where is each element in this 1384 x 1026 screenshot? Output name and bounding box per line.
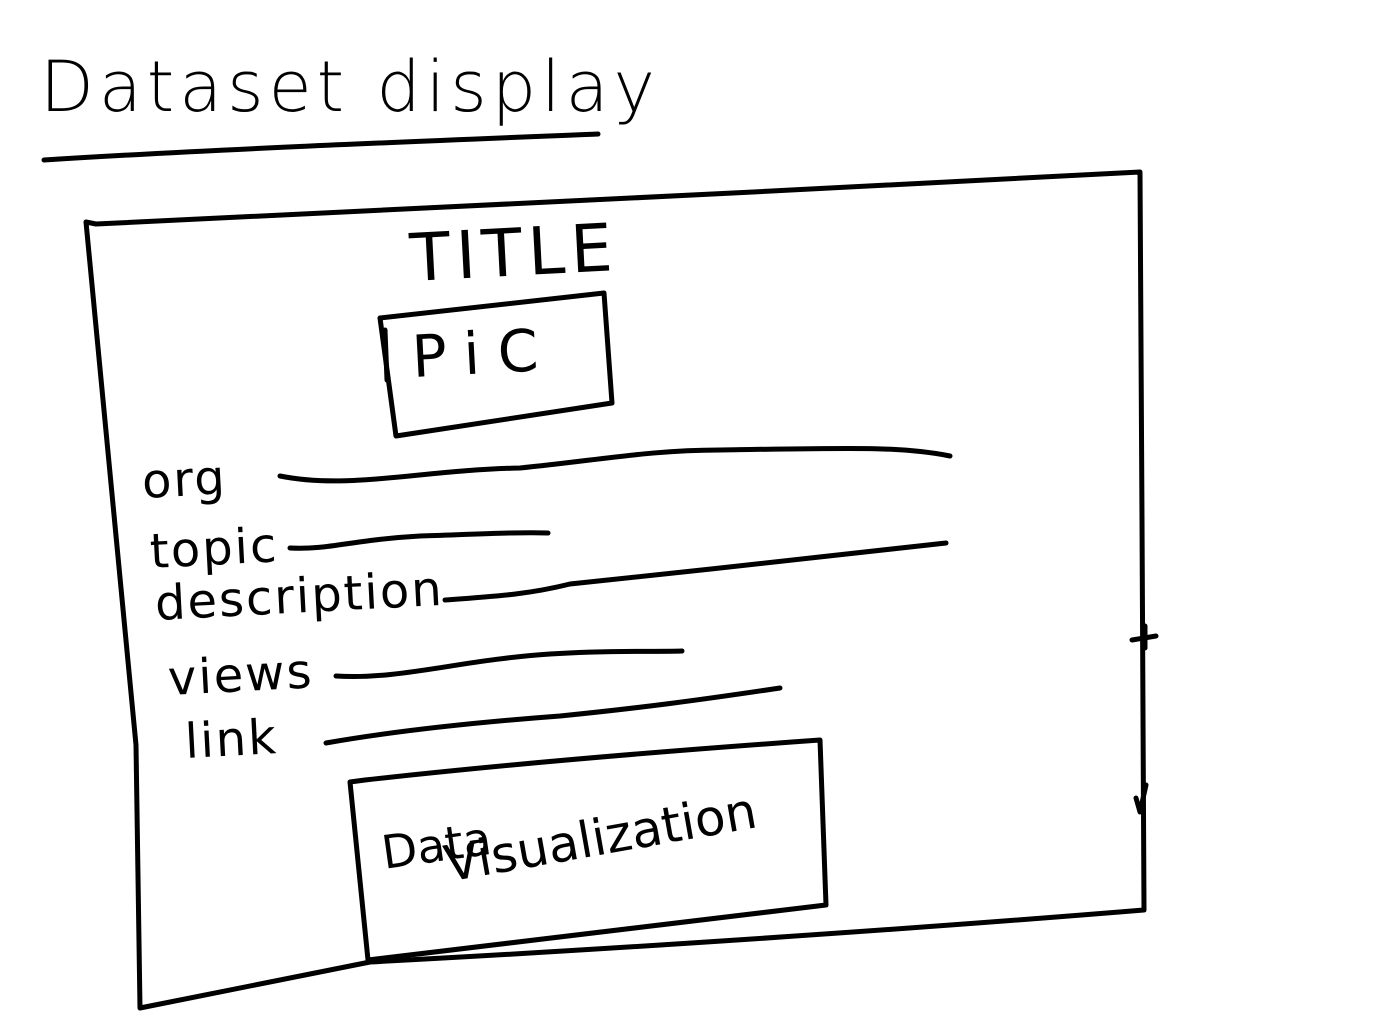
views-value-line (333, 648, 685, 679)
field-label-org: org (140, 449, 229, 510)
field-label-topic: topic (148, 517, 280, 580)
topic-value-line (287, 530, 551, 551)
picture-placeholder-label: PiC (410, 315, 558, 391)
field-label-description: description (153, 560, 445, 632)
heading-underline (41, 131, 601, 163)
scroll-up-arrow-icon[interactable] (1129, 623, 1159, 651)
picture-box-edge (382, 327, 390, 383)
wireframe-sketch (41, 131, 1159, 1011)
page-heading: Dataset display (40, 46, 660, 128)
dataset-title: TITLE (407, 209, 621, 297)
description-value-line (442, 540, 949, 603)
field-label-views: views (166, 643, 315, 707)
field-label-link[interactable]: link (184, 709, 280, 770)
link-value-line (323, 685, 783, 746)
org-value-line (277, 445, 953, 484)
